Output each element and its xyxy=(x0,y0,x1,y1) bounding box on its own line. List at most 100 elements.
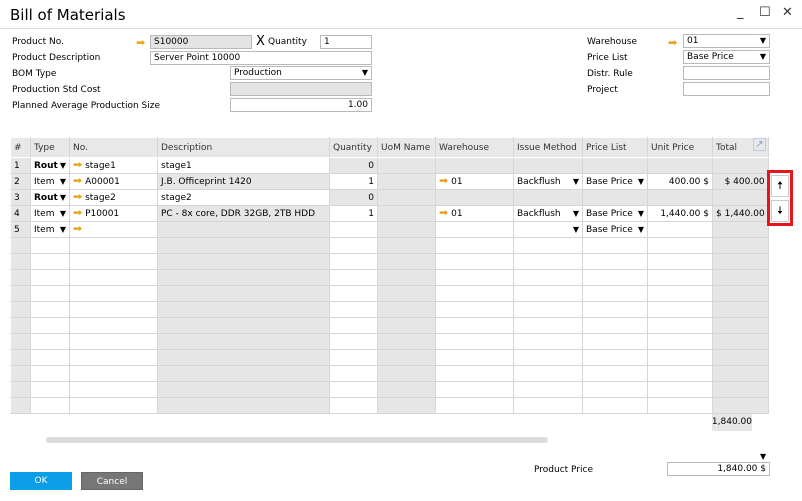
no-cell[interactable]: ➡ xyxy=(69,221,158,238)
type-cell[interactable] xyxy=(30,381,70,398)
warehouse-cell[interactable] xyxy=(435,381,514,398)
warehouse-cell[interactable] xyxy=(435,237,514,254)
price-list-cell[interactable] xyxy=(582,349,648,366)
distr-rule-field[interactable] xyxy=(683,66,770,80)
price-list-cell[interactable] xyxy=(582,269,648,286)
price-list-cell[interactable] xyxy=(582,317,648,334)
quantity-cell[interactable] xyxy=(329,397,378,414)
issue-method-cell[interactable] xyxy=(513,253,583,270)
unit-price-cell[interactable] xyxy=(647,397,713,414)
link-arrow-icon[interactable]: ➡ xyxy=(73,207,82,220)
warehouse-cell[interactable]: ➡ 01 xyxy=(435,205,514,222)
quantity-cell[interactable] xyxy=(329,253,378,270)
dropdown-icon[interactable]: ▼ xyxy=(573,209,579,218)
issue-method-cell[interactable] xyxy=(513,365,583,382)
dropdown-icon[interactable]: ▼ xyxy=(638,209,644,218)
dropdown-icon[interactable]: ▼ xyxy=(60,177,66,186)
warehouse-cell[interactable] xyxy=(435,333,514,350)
warehouse-cell[interactable] xyxy=(435,253,514,270)
no-cell[interactable] xyxy=(69,397,158,414)
unit-price-cell[interactable] xyxy=(647,317,713,334)
issue-method-cell[interactable] xyxy=(513,285,583,302)
no-cell[interactable]: ➡ A00001 xyxy=(69,173,158,190)
product-no-field[interactable]: S10000 xyxy=(150,35,252,49)
unit-price-cell[interactable] xyxy=(647,237,713,254)
warehouse-cell[interactable] xyxy=(435,317,514,334)
description-cell[interactable]: stage1 xyxy=(157,157,330,174)
quantity-cell[interactable] xyxy=(329,269,378,286)
bom-type-select[interactable]: Production ▼ xyxy=(230,66,372,80)
price-list-cell[interactable] xyxy=(582,365,648,382)
quantity-field[interactable]: 1 xyxy=(320,35,372,49)
type-cell[interactable] xyxy=(30,285,70,302)
type-cell[interactable] xyxy=(30,333,70,350)
cancel-button[interactable]: Cancel xyxy=(81,472,143,490)
unit-price-cell[interactable] xyxy=(647,285,713,302)
issue-method-cell[interactable] xyxy=(513,237,583,254)
move-down-button[interactable]: 🠇 xyxy=(771,200,789,222)
type-cell[interactable] xyxy=(30,269,70,286)
price-list-cell[interactable] xyxy=(582,397,648,414)
issue-method-cell[interactable]: ▼ xyxy=(513,221,583,238)
column-header[interactable]: No. xyxy=(69,137,158,158)
dropdown-icon[interactable]: ▼ xyxy=(638,177,644,186)
dropdown-icon[interactable]: ▼ xyxy=(760,452,766,461)
link-arrow-icon[interactable]: ➡ xyxy=(73,191,82,204)
no-cell[interactable] xyxy=(69,365,158,382)
warehouse-cell[interactable] xyxy=(435,365,514,382)
quantity-cell[interactable] xyxy=(329,317,378,334)
unit-price-cell[interactable] xyxy=(647,301,713,318)
warehouse-cell[interactable] xyxy=(435,269,514,286)
type-cell[interactable] xyxy=(30,365,70,382)
link-arrow-icon[interactable]: ➡ xyxy=(668,37,677,48)
price-list-cell[interactable]: Base Price ▼ xyxy=(582,173,648,190)
unit-price-cell[interactable] xyxy=(647,221,713,238)
table-row[interactable]: 2 Item ▼ ➡ A00001 J.B. Officeprint 1420 1 ➡ 01… xyxy=(10,173,769,190)
type-cell[interactable] xyxy=(30,301,70,318)
expand-icon[interactable]: ↗ xyxy=(753,138,766,151)
quantity-cell[interactable] xyxy=(329,301,378,318)
column-header[interactable]: Issue Method xyxy=(513,137,583,158)
project-field[interactable] xyxy=(683,82,770,96)
type-cell[interactable] xyxy=(30,237,70,254)
quantity-cell[interactable] xyxy=(329,285,378,302)
dropdown-icon[interactable]: ▼ xyxy=(60,193,66,202)
table-row[interactable] xyxy=(10,365,769,382)
column-header[interactable]: Unit Price xyxy=(647,137,713,158)
table-row[interactable] xyxy=(10,301,769,318)
no-cell[interactable] xyxy=(69,333,158,350)
warehouse-cell[interactable] xyxy=(435,349,514,366)
table-row[interactable] xyxy=(10,317,769,334)
link-arrow-icon[interactable]: ➡ xyxy=(136,37,145,48)
quantity-cell[interactable]: 1 xyxy=(329,205,378,222)
dropdown-icon[interactable]: ▼ xyxy=(60,161,66,170)
warehouse-cell[interactable] xyxy=(435,397,514,414)
minimize-button[interactable]: _ xyxy=(737,5,744,20)
column-header[interactable]: Description xyxy=(157,137,330,158)
table-row[interactable]: 4 Item ▼ ➡ P10001 PC - 8x core, DDR 32GB, 2T… xyxy=(10,205,769,222)
quantity-cell[interactable] xyxy=(329,365,378,382)
no-cell[interactable] xyxy=(69,317,158,334)
type-cell[interactable]: Item ▼ xyxy=(30,221,70,238)
column-header[interactable]: # xyxy=(10,137,31,158)
dropdown-icon[interactable]: ▼ xyxy=(573,225,579,234)
price-list-cell[interactable] xyxy=(582,381,648,398)
quantity-cell[interactable] xyxy=(329,237,378,254)
issue-method-cell[interactable] xyxy=(513,301,583,318)
warehouse-cell[interactable] xyxy=(435,301,514,318)
dropdown-icon[interactable]: ▼ xyxy=(60,209,66,218)
quantity-cell[interactable] xyxy=(329,349,378,366)
price-list-select[interactable]: Base Price ▼ xyxy=(683,50,770,64)
column-header[interactable]: Price List xyxy=(582,137,648,158)
price-list-cell[interactable]: Base Price ▼ xyxy=(582,205,648,222)
issue-method-cell[interactable] xyxy=(513,397,583,414)
no-cell[interactable] xyxy=(69,349,158,366)
type-cell[interactable]: Rout ▼ xyxy=(30,157,70,174)
close-button[interactable]: ✕ xyxy=(782,5,793,20)
horizontal-scrollbar[interactable] xyxy=(46,437,548,443)
no-cell[interactable]: ➡ P10001 xyxy=(69,205,158,222)
no-cell[interactable]: ➡ stage1 xyxy=(69,157,158,174)
ok-button[interactable]: OK xyxy=(10,472,72,490)
unit-price-cell[interactable]: 400.00 $ xyxy=(647,173,713,190)
price-list-cell[interactable] xyxy=(582,285,648,302)
